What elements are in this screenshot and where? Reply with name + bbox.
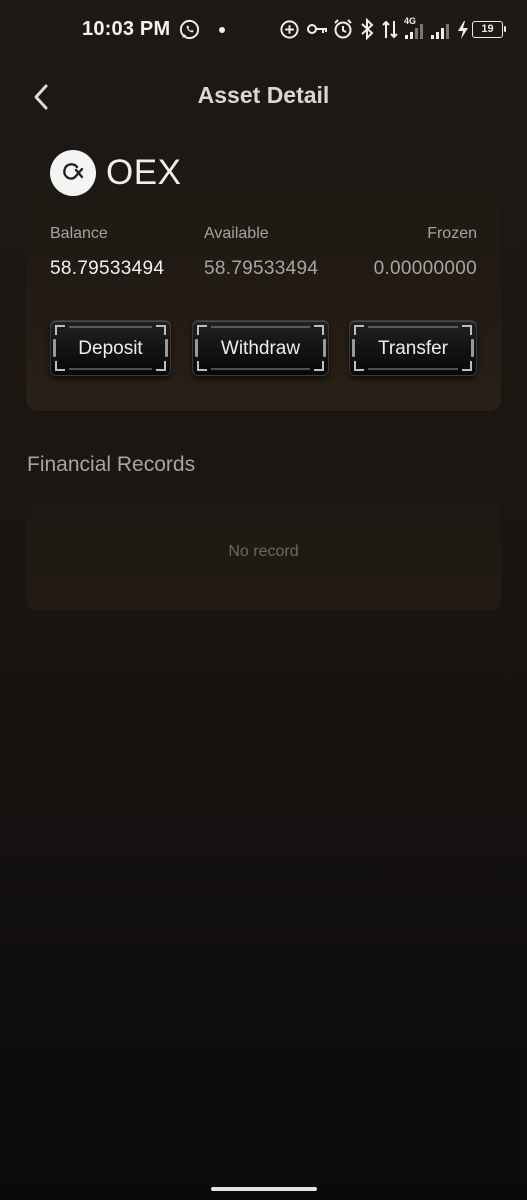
- withdraw-button-label: Withdraw: [220, 338, 301, 359]
- records-list: No record: [26, 498, 501, 610]
- charging-icon: [458, 21, 468, 39]
- available-value: 58.79533494: [204, 258, 319, 279]
- deposit-button[interactable]: Deposit: [50, 320, 171, 376]
- empty-state-text: No record: [228, 543, 299, 560]
- bluetooth-icon: [361, 18, 374, 40]
- alarm-icon: [334, 19, 352, 39]
- coin-symbol: OEX: [106, 153, 182, 192]
- status-time: 10:03 PM: [82, 18, 171, 40]
- whatsapp-icon: [179, 19, 200, 40]
- available-label: Available: [204, 225, 269, 242]
- home-indicator[interactable]: [211, 1187, 317, 1191]
- signal-icon: [405, 24, 423, 39]
- transfer-button[interactable]: Transfer: [349, 320, 477, 376]
- battery-icon: 19: [472, 21, 506, 38]
- balance-label: Balance: [50, 225, 108, 242]
- data-arrows-icon: [382, 20, 398, 39]
- frozen-label: Frozen: [427, 225, 477, 242]
- key-icon: [307, 24, 327, 34]
- financial-records-title: Financial Records: [27, 453, 196, 476]
- oex-logo-icon: [50, 150, 96, 196]
- signal-icon: [431, 24, 449, 39]
- transfer-button-label: Transfer: [377, 338, 449, 359]
- deposit-button-label: Deposit: [78, 338, 143, 359]
- dot-icon: [219, 27, 225, 33]
- status-bar: 10:03 PM 4G 19: [0, 0, 527, 60]
- frozen-value: 0.00000000: [373, 258, 477, 279]
- page-title: Asset Detail: [197, 82, 330, 108]
- balance-value: 58.79533494: [50, 258, 165, 279]
- withdraw-button[interactable]: Withdraw: [192, 320, 329, 376]
- add-circle-icon: [280, 20, 299, 39]
